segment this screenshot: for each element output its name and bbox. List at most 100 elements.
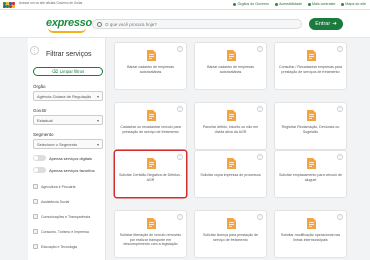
link-acessibilidade[interactable]: Acessibilidade <box>275 2 302 6</box>
toggle-digital[interactable] <box>33 155 46 161</box>
more-options-icon[interactable]: ⋮ <box>177 46 183 52</box>
toggle-digital-row[interactable]: Apenas serviços digitais <box>33 155 92 161</box>
tractor-icon <box>33 184 38 189</box>
link-orgaos[interactable]: Órgãos do Governo <box>233 2 269 6</box>
service-card-title: Consultar / Recadastrar empresas para pr… <box>279 65 342 74</box>
service-card[interactable]: ⋮ Registrar Reclamação, Denúncia ou Suges… <box>274 102 347 150</box>
search-input[interactable] <box>105 21 295 28</box>
expresso-logo[interactable]: expresso <box>46 14 92 34</box>
more-options-icon[interactable]: ⋮ <box>177 214 183 220</box>
toggle-favoritos-label: Apenas serviços favoritos <box>49 167 95 173</box>
document-icon <box>307 218 316 229</box>
contrast-icon <box>308 2 312 6</box>
category-educacao[interactable]: Educação e Tecnologia <box>33 244 77 249</box>
login-label: Entrar <box>315 21 331 27</box>
category-assistencia[interactable]: Assistência Social <box>33 199 69 204</box>
link-contraste-label: Mais contraste <box>312 2 336 6</box>
more-options-icon[interactable]: ⋮ <box>177 106 183 112</box>
document-icon <box>307 110 316 121</box>
segmento-label: Segmento <box>33 132 54 137</box>
ellipsis-icon: ⋮ <box>32 47 37 54</box>
service-card-title: Baixar cadastro de empresas autorizatári… <box>207 65 254 74</box>
service-card-title: Solicitar licença para prestação de serv… <box>203 233 258 242</box>
orgao-select[interactable]: Agência Goiana de Regulação ▾ <box>33 91 103 101</box>
more-options-icon[interactable]: ⋮ <box>177 154 183 160</box>
link-mapa-label: Mapa do site <box>345 2 366 6</box>
more-options-icon[interactable]: ⋮ <box>257 46 263 52</box>
toggle-favoritos-row[interactable]: Apenas serviços favoritos <box>33 167 95 173</box>
more-options-icon[interactable]: ⋮ <box>257 154 263 160</box>
service-card[interactable]: ⋮ Consultar / Recadastrar empresas para p… <box>274 42 347 90</box>
clear-filters-button[interactable]: ⌫ Limpar filtros <box>33 67 103 76</box>
document-icon <box>227 158 236 169</box>
category-label: Comunicações e Transparência <box>41 214 91 219</box>
document-icon <box>147 218 156 229</box>
sitemap-icon <box>341 2 345 6</box>
category-consumo[interactable]: Consumo, Turismo e Imprensa <box>33 229 89 234</box>
gov-top-links: Órgãos do Governo Acessibilidade Mais co… <box>233 2 366 6</box>
service-card[interactable]: ⋮ Parcelar débito, inscrito ou não em dív… <box>194 102 267 150</box>
login-button[interactable]: Entrar ➜ <box>309 18 343 30</box>
service-card-title: Solicitar cópia impressa de processos <box>200 173 261 177</box>
service-card-title: Solicitar Certidão Negativa de Débitos -… <box>119 173 182 182</box>
sign-in-arrow-icon: ➜ <box>332 21 337 27</box>
category-label: Educação e Tecnologia <box>41 244 78 249</box>
megaphone-icon <box>33 214 38 219</box>
more-options-icon[interactable]: ⋮ <box>337 214 343 220</box>
service-card-title: Baixar cadastro de empresas autorizatári… <box>127 65 174 74</box>
category-comunicacoes[interactable]: Comunicações e Transparência <box>33 214 90 219</box>
segmento-select[interactable]: Selecione o Segmento ▾ <box>33 139 103 149</box>
book-icon <box>33 244 38 249</box>
service-card[interactable]: ⋮ Solicitar licença para prestação de ser… <box>194 210 267 258</box>
more-options-icon[interactable]: ⋮ <box>337 154 343 160</box>
cart-icon <box>33 229 38 234</box>
service-card-title: Solicitar modificação operacional nas li… <box>280 233 341 242</box>
more-options-icon[interactable]: ⋮ <box>337 46 343 52</box>
site-header: expresso Entrar ➜ <box>0 10 370 38</box>
link-acessibilidade-label: Acessibilidade <box>279 2 303 6</box>
govbr-select[interactable]: Estadual ▾ <box>33 115 103 125</box>
govbr-value: Estadual <box>37 118 53 123</box>
service-card[interactable]: ⋮ Solicitar emplacamento para veículo de … <box>274 150 347 198</box>
document-icon <box>147 158 156 169</box>
menu-button[interactable]: ⋮ <box>30 46 39 55</box>
orgao-value: Agência Goiana de Regulação <box>37 94 92 99</box>
chevron-down-icon: ▾ <box>96 142 99 147</box>
service-card-title: Solicitar emplacamento para veículo de a… <box>279 173 342 182</box>
more-options-icon[interactable]: ⋮ <box>337 106 343 112</box>
service-card[interactable]: ⋮ Baixar cadastro de empresas autorizatár… <box>194 42 267 90</box>
link-orgaos-label: Órgãos do Governo <box>237 2 270 6</box>
category-label: Assistência Social <box>41 199 70 204</box>
service-card[interactable]: ⋮ Solicitar cópia impressa de processos <box>194 150 267 198</box>
service-card[interactable]: ⋮ Baixar cadastro de empresas autorizatár… <box>114 42 187 90</box>
hands-icon <box>33 199 38 204</box>
toggle-digital-label: Apenas serviços digitais <box>49 155 92 161</box>
document-icon <box>147 50 156 61</box>
goias-flag-logo[interactable] <box>3 2 15 8</box>
service-card[interactable]: ⋮ Solicitar modificação operacional nas l… <box>274 210 347 258</box>
service-card-title: Solicitar liberação de veículo removido … <box>119 233 182 246</box>
link-contraste[interactable]: Mais contraste <box>308 2 335 6</box>
segmento-value: Selecione o Segmento <box>37 142 78 147</box>
document-icon <box>147 110 156 121</box>
eraser-icon: ⌫ <box>51 68 58 74</box>
toggle-favoritos[interactable] <box>33 167 46 173</box>
gov-bar-text: Acesse um os site oficiais Governo de Go… <box>19 1 83 5</box>
link-mapa[interactable]: Mapa do site <box>341 2 366 6</box>
service-card-title: Parcelar débito, inscrito ou não em dívi… <box>202 125 259 134</box>
search-icon <box>97 22 102 27</box>
category-label: Consumo, Turismo e Imprensa <box>41 229 89 234</box>
clear-filters-label: Limpar filtros <box>59 69 85 74</box>
more-options-icon[interactable]: ⋮ <box>257 214 263 220</box>
filter-title: Filtrar serviços <box>46 51 92 58</box>
document-icon <box>227 50 236 61</box>
document-icon <box>307 50 316 61</box>
logo-swoosh <box>48 28 86 33</box>
service-card[interactable]: ⋮ Cadastrar ou recadastrar veículo para p… <box>114 102 187 150</box>
search-box[interactable] <box>92 19 302 29</box>
service-card[interactable]: ⋮ Solicitar liberação de veículo removido… <box>114 210 187 258</box>
chevron-down-icon: ▾ <box>96 94 99 99</box>
more-options-icon[interactable]: ⋮ <box>257 106 263 112</box>
category-agricultura[interactable]: Agricultura e Pecuária <box>33 184 75 189</box>
service-card[interactable]: ⋮ Solicitar Certidão Negativa de Débitos … <box>114 150 187 198</box>
